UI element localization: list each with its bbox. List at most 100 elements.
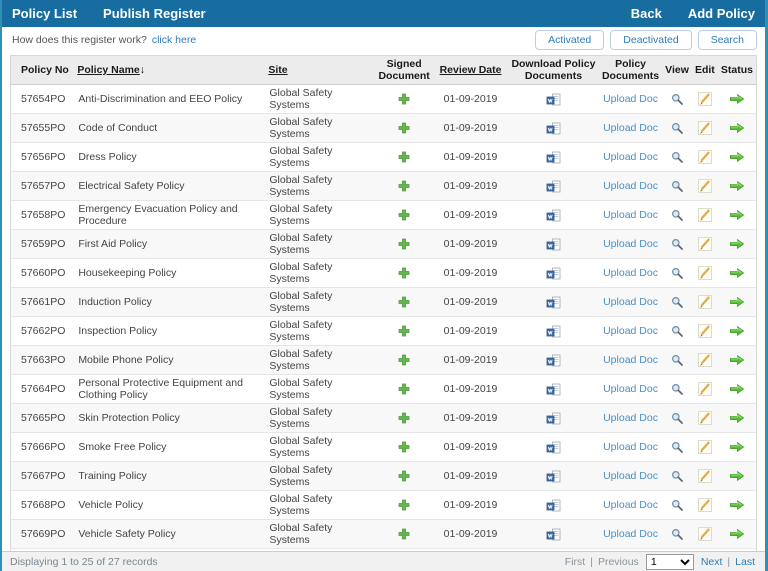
review-date-sort-link[interactable]: Review Date [440, 64, 502, 76]
status-green-arrow-icon[interactable] [729, 151, 745, 163]
upload-doc-link[interactable]: Upload Doc [603, 412, 658, 424]
download-word-document-icon[interactable] [546, 325, 561, 338]
download-word-document-icon[interactable] [546, 122, 561, 135]
status-green-arrow-icon[interactable] [729, 412, 745, 424]
click-here-link[interactable]: click here [152, 34, 196, 46]
status-green-arrow-icon[interactable] [729, 296, 745, 308]
signed-document-plus-icon[interactable] [398, 528, 410, 540]
nav-publish-register[interactable]: Publish Register [103, 6, 206, 21]
download-word-document-icon[interactable] [546, 151, 561, 164]
signed-document-plus-icon[interactable] [398, 180, 410, 192]
nav-back[interactable]: Back [631, 6, 662, 21]
status-green-arrow-icon[interactable] [729, 354, 745, 366]
status-green-arrow-icon[interactable] [729, 180, 745, 192]
status-green-arrow-icon[interactable] [729, 209, 745, 221]
signed-document-plus-icon[interactable] [398, 354, 410, 366]
upload-doc-link[interactable]: Upload Doc [603, 499, 658, 511]
download-word-document-icon[interactable] [546, 296, 561, 309]
view-magnifier-icon[interactable] [671, 441, 684, 454]
edit-pencil-icon[interactable] [697, 353, 712, 367]
download-word-document-icon[interactable] [546, 354, 561, 367]
pagination-last[interactable]: Last [735, 556, 755, 568]
signed-document-plus-icon[interactable] [398, 238, 410, 250]
upload-doc-link[interactable]: Upload Doc [603, 93, 658, 105]
edit-pencil-icon[interactable] [697, 527, 712, 541]
edit-pencil-icon[interactable] [697, 469, 712, 483]
edit-pencil-icon[interactable] [697, 498, 712, 512]
download-word-document-icon[interactable] [546, 209, 561, 222]
status-green-arrow-icon[interactable] [729, 122, 745, 134]
download-word-document-icon[interactable] [546, 238, 561, 251]
view-magnifier-icon[interactable] [671, 209, 684, 222]
upload-doc-link[interactable]: Upload Doc [603, 122, 658, 134]
edit-pencil-icon[interactable] [697, 121, 712, 135]
activated-button[interactable]: Activated [535, 30, 605, 50]
view-magnifier-icon[interactable] [671, 122, 684, 135]
upload-doc-link[interactable]: Upload Doc [603, 209, 658, 221]
download-word-document-icon[interactable] [546, 93, 561, 106]
download-word-document-icon[interactable] [546, 412, 561, 425]
status-green-arrow-icon[interactable] [729, 238, 745, 250]
signed-document-plus-icon[interactable] [398, 151, 410, 163]
col-header-policy-name[interactable]: Policy Name↓ [74, 55, 266, 85]
edit-pencil-icon[interactable] [697, 237, 712, 251]
view-magnifier-icon[interactable] [671, 238, 684, 251]
signed-document-plus-icon[interactable] [398, 93, 410, 105]
view-magnifier-icon[interactable] [671, 151, 684, 164]
download-word-document-icon[interactable] [546, 267, 561, 280]
signed-document-plus-icon[interactable] [398, 209, 410, 221]
download-word-document-icon[interactable] [546, 499, 561, 512]
signed-document-plus-icon[interactable] [398, 296, 410, 308]
edit-pencil-icon[interactable] [697, 150, 712, 164]
status-green-arrow-icon[interactable] [729, 528, 745, 540]
signed-document-plus-icon[interactable] [398, 499, 410, 511]
edit-pencil-icon[interactable] [697, 324, 712, 338]
view-magnifier-icon[interactable] [671, 470, 684, 483]
col-header-site[interactable]: Site [265, 55, 376, 85]
edit-pencil-icon[interactable] [697, 179, 712, 193]
pagination-first[interactable]: First [565, 556, 585, 568]
signed-document-plus-icon[interactable] [398, 441, 410, 453]
edit-pencil-icon[interactable] [697, 440, 712, 454]
view-magnifier-icon[interactable] [671, 499, 684, 512]
edit-pencil-icon[interactable] [697, 266, 712, 280]
edit-pencil-icon[interactable] [697, 382, 712, 396]
view-magnifier-icon[interactable] [671, 528, 684, 541]
upload-doc-link[interactable]: Upload Doc [603, 238, 658, 250]
status-green-arrow-icon[interactable] [729, 499, 745, 511]
view-magnifier-icon[interactable] [671, 267, 684, 280]
deactivated-button[interactable]: Deactivated [610, 30, 692, 50]
status-green-arrow-icon[interactable] [729, 267, 745, 279]
site-sort-link[interactable]: Site [268, 64, 287, 76]
upload-doc-link[interactable]: Upload Doc [603, 528, 658, 540]
upload-doc-link[interactable]: Upload Doc [603, 151, 658, 163]
edit-pencil-icon[interactable] [697, 295, 712, 309]
view-magnifier-icon[interactable] [671, 354, 684, 367]
upload-doc-link[interactable]: Upload Doc [603, 296, 658, 308]
download-word-document-icon[interactable] [546, 441, 561, 454]
download-word-document-icon[interactable] [546, 180, 561, 193]
download-word-document-icon[interactable] [546, 383, 561, 396]
nav-add-policy[interactable]: Add Policy [688, 6, 755, 21]
signed-document-plus-icon[interactable] [398, 412, 410, 424]
edit-pencil-icon[interactable] [697, 92, 712, 106]
pagination-previous[interactable]: Previous [598, 556, 639, 568]
upload-doc-link[interactable]: Upload Doc [603, 325, 658, 337]
status-green-arrow-icon[interactable] [729, 470, 745, 482]
upload-doc-link[interactable]: Upload Doc [603, 441, 658, 453]
view-magnifier-icon[interactable] [671, 180, 684, 193]
policy-name-sort-link[interactable]: Policy Name [77, 64, 139, 76]
view-magnifier-icon[interactable] [671, 296, 684, 309]
signed-document-plus-icon[interactable] [398, 383, 410, 395]
upload-doc-link[interactable]: Upload Doc [603, 180, 658, 192]
view-magnifier-icon[interactable] [671, 412, 684, 425]
download-word-document-icon[interactable] [546, 470, 561, 483]
upload-doc-link[interactable]: Upload Doc [603, 470, 658, 482]
status-green-arrow-icon[interactable] [729, 325, 745, 337]
nav-policy-list[interactable]: Policy List [12, 6, 77, 21]
status-green-arrow-icon[interactable] [729, 383, 745, 395]
download-word-document-icon[interactable] [546, 528, 561, 541]
signed-document-plus-icon[interactable] [398, 325, 410, 337]
signed-document-plus-icon[interactable] [398, 470, 410, 482]
edit-pencil-icon[interactable] [697, 208, 712, 222]
